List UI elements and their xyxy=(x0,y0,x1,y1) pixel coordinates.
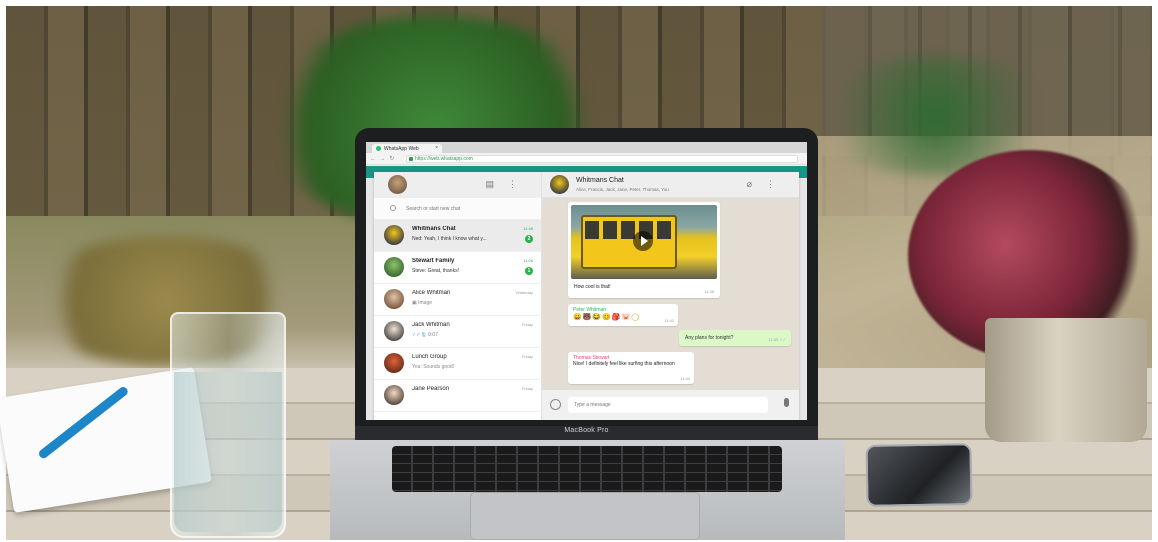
chat-time: 11:45 xyxy=(523,226,533,231)
address-bar[interactable]: https://web.whatsapp.com xyxy=(406,155,798,163)
incoming-message-thomas: Thomas Stewart Nice! I definitely feel l… xyxy=(568,352,694,384)
chat-name: Alice Whitman xyxy=(412,290,451,296)
emoji-row: 😀🐻😂😊🎒🐷◯ xyxy=(573,314,641,321)
chat-time: Friday xyxy=(521,386,533,391)
smartphone xyxy=(865,443,973,507)
glass-water xyxy=(174,372,282,532)
avatar xyxy=(384,385,404,405)
message-text: Any plans for tonight? xyxy=(685,335,734,341)
search-input[interactable] xyxy=(406,203,532,214)
chat-preview: You: Sounds good! xyxy=(412,364,455,370)
search-bar xyxy=(374,198,541,220)
chat-item-stewart[interactable]: Stewart Family Steve: Great, thanks! 11:… xyxy=(374,252,541,284)
compose-bar xyxy=(542,390,799,420)
tab-close-icon[interactable]: × xyxy=(435,145,438,151)
chat-preview: ▣ Image xyxy=(412,300,433,306)
tram-windows xyxy=(585,221,673,239)
message-time: 11:44 xyxy=(680,376,690,381)
group-avatar[interactable] xyxy=(550,175,569,194)
attach-menu-icons[interactable]: ⌀⋮ xyxy=(747,179,789,190)
conversation-title[interactable]: Whitmans Chat xyxy=(576,177,624,184)
chat-preview: ✓✓🎙 0:07 xyxy=(412,332,438,338)
conversation-panel: Whitmans Chat Alice, Francis, Jack, Jane… xyxy=(542,172,799,420)
mic-icon[interactable] xyxy=(784,398,789,407)
sidebar-menu-icons[interactable]: ▤⋮ xyxy=(485,179,531,190)
avatar xyxy=(384,225,404,245)
video-caption: How cool is that! xyxy=(574,284,611,290)
chat-item-whitmans[interactable]: Whitmans Chat Ned: Yeah, I think I know … xyxy=(374,220,541,252)
outgoing-message: Any plans for tonight? 11:43 ✓✓ xyxy=(679,330,791,346)
message-text: Nice! I definitely feel like surfing thi… xyxy=(573,361,675,367)
unread-badge: 1 xyxy=(525,267,533,275)
chat-item-jane[interactable]: Jane Pearson Friday xyxy=(374,380,541,412)
play-icon[interactable] xyxy=(633,231,653,251)
unread-badge: 2 xyxy=(525,235,533,243)
laptop-brand-label: MacBook Pro xyxy=(564,427,609,434)
chat-name: Jane Pearson xyxy=(412,386,450,392)
message-time: 11:42 xyxy=(664,318,674,323)
keyboard-rows xyxy=(392,446,782,492)
whatsapp-web-app: ▤⋮ Whitmans Chat Ned: Yeah, I think I kn… xyxy=(366,166,807,420)
voice-note-icon: ✓✓🎙 xyxy=(412,332,429,338)
chat-preview: Steve: Great, thanks! xyxy=(412,268,459,274)
search-icon xyxy=(390,205,396,211)
tab-title: WhatsApp Web xyxy=(384,146,419,152)
emoji-icon[interactable] xyxy=(550,399,561,410)
chat-sidebar: ▤⋮ Whitmans Chat Ned: Yeah, I think I kn… xyxy=(374,172,542,420)
lock-icon xyxy=(409,157,413,161)
chat-time: Friday xyxy=(521,322,533,327)
video-message[interactable]: How cool is that! 11:36 xyxy=(568,202,720,298)
message-input[interactable] xyxy=(568,397,768,413)
profile-avatar[interactable] xyxy=(388,175,407,194)
chat-time: 11:06 xyxy=(523,258,533,263)
chat-name: Jack Whitman xyxy=(412,322,450,328)
chat-item-jack[interactable]: Jack Whitman ✓✓🎙 0:07 Friday xyxy=(374,316,541,348)
video-thumbnail xyxy=(571,205,717,279)
sidebar-header: ▤⋮ xyxy=(374,172,541,198)
back-forward-reload-icons[interactable]: ← → ↻ xyxy=(370,155,395,162)
conversation-header: Whitmans Chat Alice, Francis, Jack, Jane… xyxy=(542,172,799,198)
chat-name: Whitmans Chat xyxy=(412,226,456,232)
chat-item-alice[interactable]: Alice Whitman ▣ Image Yesterday xyxy=(374,284,541,316)
incoming-message-peter: Peter Whitman 😀🐻😂😊🎒🐷◯ 11:42 xyxy=(568,304,678,326)
avatar xyxy=(384,289,404,309)
whatsapp-favicon-icon xyxy=(376,146,381,151)
plant-pot xyxy=(985,318,1147,442)
group-members: Alice, Francis, Jack, Jane, Peter, Thoma… xyxy=(576,187,669,192)
browser-tab-strip: WhatsApp Web × xyxy=(366,142,807,153)
trackpad xyxy=(470,492,700,540)
avatar xyxy=(384,353,404,373)
browser-toolbar: ← → ↻ https://web.whatsapp.com xyxy=(366,153,807,165)
chat-name: Lunch Group xyxy=(412,354,447,360)
chat-item-lunch[interactable]: Lunch Group You: Sounds good! Friday xyxy=(374,348,541,380)
chat-time: Friday xyxy=(521,354,533,359)
chat-name: Stewart Family xyxy=(412,258,455,264)
chat-time: Yesterday xyxy=(515,290,533,295)
laptop-screen: WhatsApp Web × ← → ↻ https://web.whatsap… xyxy=(366,142,807,420)
browser-tab[interactable]: WhatsApp Web × xyxy=(372,144,442,153)
app-window: ▤⋮ Whitmans Chat Ned: Yeah, I think I kn… xyxy=(374,172,799,420)
avatar xyxy=(384,321,404,341)
avatar xyxy=(384,257,404,277)
chat-preview: Ned: Yeah, I think I know what y... xyxy=(412,236,487,242)
message-time: 11:36 xyxy=(704,289,714,294)
message-time: 11:43 ✓✓ xyxy=(768,337,786,342)
url-text: https://web.whatsapp.com xyxy=(415,156,473,162)
